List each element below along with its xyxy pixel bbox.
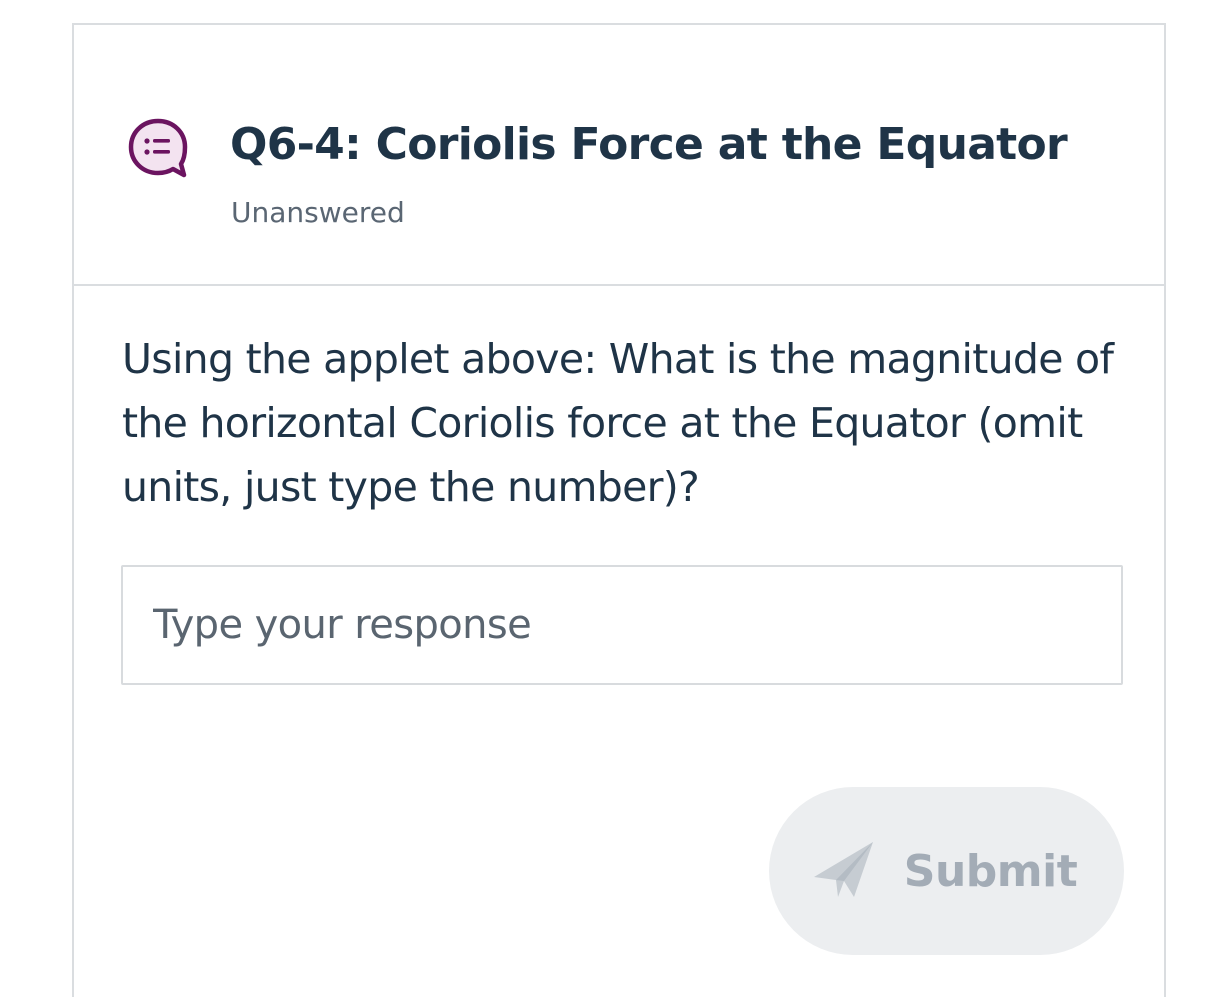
submit-label: Submit <box>903 845 1078 897</box>
question-prompt: Using the applet above: What is the magn… <box>122 335 1114 511</box>
question-card: Q6-4: Coriolis Force at the Equator Unan… <box>72 23 1166 997</box>
question-header: Q6-4: Coriolis Force at the Equator Unan… <box>74 25 1164 286</box>
question-title: Q6-4: Coriolis Force at the Equator <box>230 119 1068 170</box>
paper-plane-icon <box>810 837 878 905</box>
multiple-choice-icon <box>128 118 188 180</box>
response-input[interactable] <box>121 565 1123 685</box>
submit-button[interactable]: Submit <box>769 787 1124 955</box>
answer-status: Unanswered <box>231 196 405 229</box>
